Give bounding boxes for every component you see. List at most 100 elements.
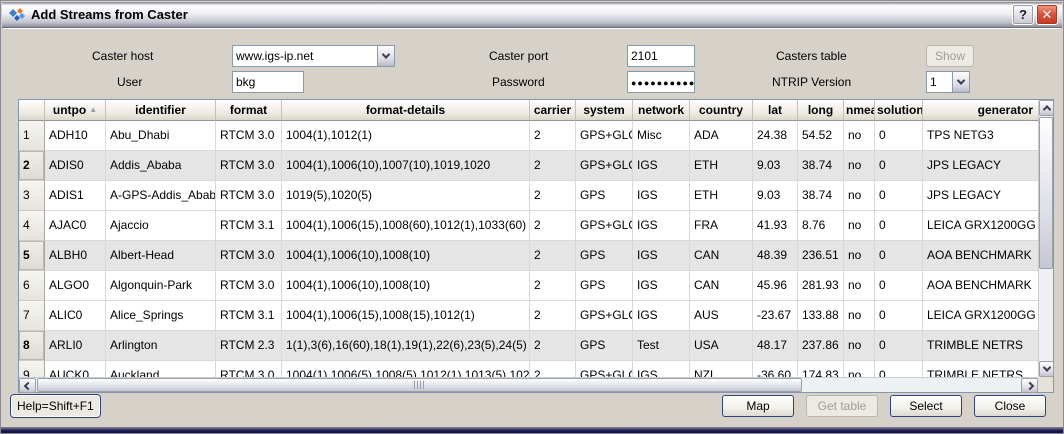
cell-lat[interactable]: -23.67 <box>753 301 798 331</box>
cell-generator[interactable]: LEICA GRX1200GG <box>923 211 1038 241</box>
row-number[interactable]: 2 <box>19 151 45 181</box>
cell-nmea[interactable]: no <box>844 211 875 241</box>
row-number[interactable]: 3 <box>19 181 45 211</box>
cell-identifier[interactable]: Addis_Ababa <box>106 151 216 181</box>
cell-long[interactable]: 236.51 <box>798 241 844 271</box>
column-header-identifier[interactable]: identifier <box>106 100 216 121</box>
cell-carrier[interactable]: 2 <box>530 241 576 271</box>
cell-format-details[interactable]: 1004(1),1006(10),1007(10),1019,1020 <box>282 151 530 181</box>
cell-nmea[interactable]: no <box>844 361 875 377</box>
column-header-country[interactable]: country <box>690 100 753 121</box>
cell-identifier[interactable]: A-GPS-Addis_Ababa <box>106 181 216 211</box>
cell-network[interactable]: IGS <box>633 241 690 271</box>
cell-format[interactable]: RTCM 3.0 <box>216 151 282 181</box>
cell-lat[interactable]: 48.17 <box>753 331 798 361</box>
column-header-system[interactable]: system <box>576 100 633 121</box>
cell-generator[interactable]: JPS LEGACY <box>923 151 1038 181</box>
horizontal-scrollbar[interactable] <box>19 377 1038 392</box>
cell-untpo[interactable]: AJAC0 <box>45 211 106 241</box>
cell-country[interactable]: ETH <box>690 151 753 181</box>
cell-lat[interactable]: 41.93 <box>753 211 798 241</box>
cell-system[interactable]: GPS <box>576 331 633 361</box>
cell-long[interactable]: 133.88 <box>798 301 844 331</box>
password-input[interactable]: ●●●●●●●●●● <box>627 71 695 93</box>
cell-generator[interactable]: JPS LEGACY <box>923 181 1038 211</box>
help-icon[interactable]: ? <box>1012 4 1034 25</box>
cell-format[interactable]: RTCM 3.0 <box>216 181 282 211</box>
cell-carrier[interactable]: 2 <box>530 331 576 361</box>
column-header-generator[interactable]: generator <box>923 100 1038 121</box>
cell-identifier[interactable]: Algonquin-Park <box>106 271 216 301</box>
cell-untpo[interactable]: ADIS0 <box>45 151 106 181</box>
horizontal-scrollbar-thumb[interactable] <box>37 378 802 392</box>
cell-untpo[interactable]: ALIC0 <box>45 301 106 331</box>
cell-country[interactable]: ETH <box>690 181 753 211</box>
user-input[interactable]: bkg <box>232 71 304 93</box>
row-number[interactable]: 5 <box>19 241 45 271</box>
cell-solution[interactable]: 0 <box>875 181 923 211</box>
cell-identifier[interactable]: Ajaccio <box>106 211 216 241</box>
title-bar[interactable]: Add Streams from Caster ? ✕ <box>2 2 1062 28</box>
cell-format[interactable]: RTCM 3.0 <box>216 121 282 151</box>
map-button[interactable]: Map <box>722 395 794 417</box>
cell-carrier[interactable]: 2 <box>530 121 576 151</box>
cell-nmea[interactable]: no <box>844 331 875 361</box>
cell-format[interactable]: RTCM 2.3 <box>216 331 282 361</box>
cell-network[interactable]: IGS <box>633 271 690 301</box>
cell-solution[interactable]: 0 <box>875 271 923 301</box>
cell-network[interactable]: IGS <box>633 151 690 181</box>
cell-network[interactable]: Test <box>633 331 690 361</box>
select-button[interactable]: Select <box>890 395 962 417</box>
close-button[interactable]: Close <box>974 395 1046 417</box>
cell-generator[interactable]: TRIMBLE NETRS <box>923 331 1038 361</box>
cell-network[interactable]: IGS <box>633 211 690 241</box>
table-row[interactable]: 9AUCK0AucklandRTCM 3.01004(1),1006(5),10… <box>19 361 1038 377</box>
table-row[interactable]: 3ADIS1A-GPS-Addis_AbabaRTCM 3.01019(5),1… <box>19 181 1038 211</box>
cell-solution[interactable]: 0 <box>875 301 923 331</box>
scroll-up-icon[interactable] <box>1039 100 1054 116</box>
cell-format[interactable]: RTCM 3.0 <box>216 241 282 271</box>
scroll-left-icon[interactable] <box>19 378 36 393</box>
cell-format-details[interactable]: 1004(1),1006(5),1008(5),1012(1),1013(5),… <box>282 361 530 377</box>
cell-country[interactable]: CAN <box>690 271 753 301</box>
cell-identifier[interactable]: Abu_Dhabi <box>106 121 216 151</box>
chevron-down-icon[interactable] <box>952 72 969 92</box>
cell-carrier[interactable]: 2 <box>530 271 576 301</box>
column-header-long[interactable]: long <box>798 100 844 121</box>
cell-identifier[interactable]: Auckland <box>106 361 216 377</box>
cell-solution[interactable]: 0 <box>875 151 923 181</box>
cell-identifier[interactable]: Albert-Head <box>106 241 216 271</box>
cell-lat[interactable]: 45.96 <box>753 271 798 301</box>
table-row[interactable]: 8ARLI0ArlingtonRTCM 2.31(1),3(6),16(60),… <box>19 331 1038 361</box>
get-table-button[interactable]: Get table <box>806 395 878 417</box>
cell-system[interactable]: GPS <box>576 241 633 271</box>
table-row[interactable]: 1ADH10Abu_DhabiRTCM 3.01004(1),1012(1)2G… <box>19 121 1038 151</box>
cell-country[interactable]: ADA <box>690 121 753 151</box>
cell-untpo[interactable]: AUCK0 <box>45 361 106 377</box>
cell-format-details[interactable]: 1004(1),1006(10),1008(10) <box>282 271 530 301</box>
cell-generator[interactable]: AOA BENCHMARK <box>923 241 1038 271</box>
cell-generator[interactable]: TRIMBLE NETRS <box>923 361 1038 377</box>
row-number[interactable]: 6 <box>19 271 45 301</box>
chevron-down-icon[interactable] <box>377 46 394 66</box>
column-header-format-details[interactable]: format-details <box>282 100 530 121</box>
cell-solution[interactable]: 0 <box>875 121 923 151</box>
cell-solution[interactable]: 0 <box>875 241 923 271</box>
cell-format[interactable]: RTCM 3.1 <box>216 211 282 241</box>
cell-carrier[interactable]: 2 <box>530 211 576 241</box>
cell-format-details[interactable]: 1019(5),1020(5) <box>282 181 530 211</box>
cell-system[interactable]: GPS <box>576 271 633 301</box>
row-number[interactable]: 8 <box>19 331 45 361</box>
cell-system[interactable]: GPS+GLO <box>576 301 633 331</box>
cell-identifier[interactable]: Alice_Springs <box>106 301 216 331</box>
table-row[interactable]: 6ALGO0Algonquin-ParkRTCM 3.01004(1),1006… <box>19 271 1038 301</box>
cell-country[interactable]: USA <box>690 331 753 361</box>
cell-format-details[interactable]: 1(1),3(6),16(60),18(1),19(1),22(6),23(5)… <box>282 331 530 361</box>
cell-format-details[interactable]: 1004(1),1006(15),1008(60),1012(1),1033(6… <box>282 211 530 241</box>
scroll-right-icon[interactable] <box>1021 378 1038 393</box>
cell-untpo[interactable]: ALBH0 <box>45 241 106 271</box>
cell-nmea[interactable]: no <box>844 121 875 151</box>
table-row[interactable]: 5ALBH0Albert-HeadRTCM 3.01004(1),1006(10… <box>19 241 1038 271</box>
cell-lat[interactable]: 9.03 <box>753 181 798 211</box>
cell-network[interactable]: IGS <box>633 301 690 331</box>
